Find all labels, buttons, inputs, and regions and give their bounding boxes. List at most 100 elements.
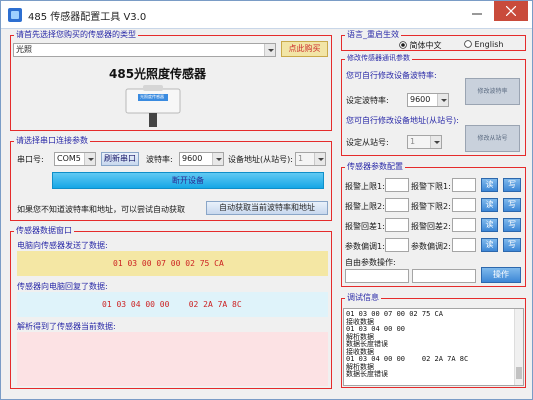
device-address-label: 设备地址(从站号):: [228, 155, 293, 164]
custom-param-input-1[interactable]: [345, 269, 409, 283]
data-window-title: 传感器数据窗口: [14, 225, 74, 236]
write-button-1[interactable]: 写: [503, 178, 521, 192]
alarm-lo2-input[interactable]: [452, 198, 476, 212]
lang-en-radio[interactable]: English: [464, 40, 503, 49]
minimize-icon: [472, 13, 482, 15]
radio-checked-icon: [399, 41, 407, 49]
sent-data-label: 电脑向传感器发送了数据:: [17, 241, 108, 250]
addr-modify-hint: 您可自行修改设备地址(从站号):: [346, 116, 459, 125]
lang-zh-radio[interactable]: 简体中文: [399, 40, 442, 51]
read-button-4[interactable]: 读: [481, 238, 498, 252]
set-baud-value: 9600: [410, 95, 431, 104]
baud-select[interactable]: 9600: [179, 152, 224, 166]
debug-title: 调试信息: [345, 292, 381, 303]
window-controls: [460, 1, 528, 23]
language-title: 语言_重启生效: [345, 29, 401, 40]
baud-modify-hint: 您可自行修改设备波特率:: [346, 71, 437, 80]
alarm-lo1-label: 报警下限1:: [411, 182, 451, 191]
offset2-input[interactable]: [452, 238, 476, 252]
app-icon: [8, 8, 22, 22]
alarm-lo2-label: 报警下限2:: [411, 202, 451, 211]
port-label: 串口号:: [17, 155, 44, 164]
app-window: 485 传感器配置工具 V3.0 请首先选择您购买的传感器的类型 光照 点此购买…: [0, 0, 533, 400]
parsed-data-box: [17, 332, 328, 386]
set-baud-label: 设定波特率:: [346, 96, 389, 105]
stepper-icon: [430, 136, 441, 148]
alarm-back1-label: 报警回差1:: [345, 222, 385, 231]
data-window-panel: 传感器数据窗口 电脑向传感器发送了数据: 01 03 00 07 00 02 7…: [10, 225, 332, 389]
reply-data-box: 01 03 04 00 00 02 2A 7A 8C: [17, 292, 328, 317]
lang-en-label: English: [474, 40, 504, 49]
parsed-data-label: 解析得到了传感器当前数据:: [17, 322, 116, 331]
sensor-device-image: [125, 85, 181, 127]
close-icon: [506, 6, 516, 16]
debug-panel: 调试信息 01 03 00 07 00 02 75 CA 接收数据 01 03 …: [341, 292, 526, 388]
write-button-3[interactable]: 写: [503, 218, 521, 232]
set-addr-value: 1: [410, 137, 416, 146]
params-title: 传感器参数配置: [345, 161, 405, 172]
serial-panel-title: 请选择串口连接参数: [14, 135, 90, 146]
set-addr-stepper[interactable]: 1: [407, 135, 442, 149]
open-device-button[interactable]: 断开设备: [52, 172, 324, 189]
buy-button[interactable]: 点此购买: [281, 41, 328, 57]
device-address-value: 1: [298, 154, 304, 163]
custom-param-label: 自由参数操作:: [345, 258, 396, 267]
window-title: 485 传感器配置工具 V3.0: [28, 12, 147, 23]
device-address-stepper[interactable]: 1: [295, 152, 326, 166]
sensor-select-title: 请首先选择您购买的传感器的类型: [14, 29, 138, 40]
debug-log-lines: 01 03 00 07 00 02 75 CA 接收数据 01 03 04 00…: [344, 309, 523, 379]
modify-params-title: 修改传感器通讯参数: [345, 53, 412, 63]
scrollbar-thumb[interactable]: [516, 367, 522, 379]
set-addr-label: 设定从站号:: [346, 138, 389, 147]
params-panel: 传感器参数配置 报警上限1: 报警下限1: 读 写 报警上限2: 报警下限2: …: [341, 161, 526, 287]
reply-data-label: 传感器向电脑回复了数据:: [17, 282, 108, 291]
sent-data-box: 01 03 00 07 00 02 75 CA: [17, 251, 328, 276]
read-button-1[interactable]: 读: [481, 178, 498, 192]
auto-detect-button[interactable]: 自动获取当前波特率和地址: [206, 201, 328, 215]
sensor-device-label: 光照度传感器: [140, 94, 164, 99]
offset1-label: 参数偏调1:: [345, 242, 385, 251]
sent-data-hex: 01 03 00 07 00 02 75 CA: [113, 259, 224, 268]
debug-scrollbar[interactable]: [514, 309, 523, 385]
custom-param-input-2[interactable]: [412, 269, 476, 283]
refresh-port-button[interactable]: 刷新串口: [101, 152, 139, 166]
set-baud-select[interactable]: 9600: [407, 93, 449, 107]
alarm-lo1-input[interactable]: [452, 178, 476, 192]
title-bar: 485 传感器配置工具 V3.0: [1, 1, 532, 29]
alarm-back2-input[interactable]: [452, 218, 476, 232]
lang-zh-label: 简体中文: [409, 41, 442, 50]
alarm-hi1-label: 报警上限1:: [345, 182, 385, 191]
sensor-select-panel: 请首先选择您购买的传感器的类型 光照 点此购买 485光照度传感器 光照度传感器: [10, 29, 332, 131]
minimize-button[interactable]: [460, 1, 494, 21]
operate-button[interactable]: 操作: [481, 267, 521, 283]
offset2-label: 参数偏调2:: [411, 242, 451, 251]
stepper-icon: [314, 153, 325, 165]
baud-label: 波特率:: [146, 155, 173, 164]
language-panel: 语言_重启生效 简体中文 English: [341, 29, 526, 51]
alarm-back1-input[interactable]: [385, 218, 409, 232]
auto-detect-hint: 如果您不知道波特率和地址，可以尝试自动获取: [17, 205, 185, 214]
reply-data-hex: 01 03 04 00 00 02 2A 7A 8C: [102, 300, 242, 309]
write-button-2[interactable]: 写: [503, 198, 521, 212]
write-button-4[interactable]: 写: [503, 238, 521, 252]
close-button[interactable]: [494, 1, 528, 21]
alarm-back2-label: 报警回差2:: [411, 222, 451, 231]
alarm-hi1-input[interactable]: [385, 178, 409, 192]
modify-addr-button[interactable]: 修改从站号: [465, 125, 520, 152]
sensor-type-value: 光照: [16, 45, 32, 54]
chevron-down-icon: [84, 153, 95, 165]
log-line: 数据长度错误: [346, 370, 388, 378]
sensor-name: 485光照度传感器: [109, 67, 207, 81]
read-button-3[interactable]: 读: [481, 218, 498, 232]
debug-log[interactable]: 01 03 00 07 00 02 75 CA 接收数据 01 03 04 00…: [343, 308, 524, 386]
offset1-input[interactable]: [385, 238, 409, 252]
port-value: COM5: [57, 154, 81, 163]
read-button-2[interactable]: 读: [481, 198, 498, 212]
sensor-type-select[interactable]: 光照: [13, 43, 276, 57]
port-select[interactable]: COM5: [54, 152, 96, 166]
chevron-down-icon: [437, 94, 448, 106]
baud-value: 9600: [182, 154, 203, 163]
modify-baud-button[interactable]: 修改波特率: [465, 78, 520, 105]
alarm-hi2-input[interactable]: [385, 198, 409, 212]
chevron-down-icon: [264, 44, 275, 56]
